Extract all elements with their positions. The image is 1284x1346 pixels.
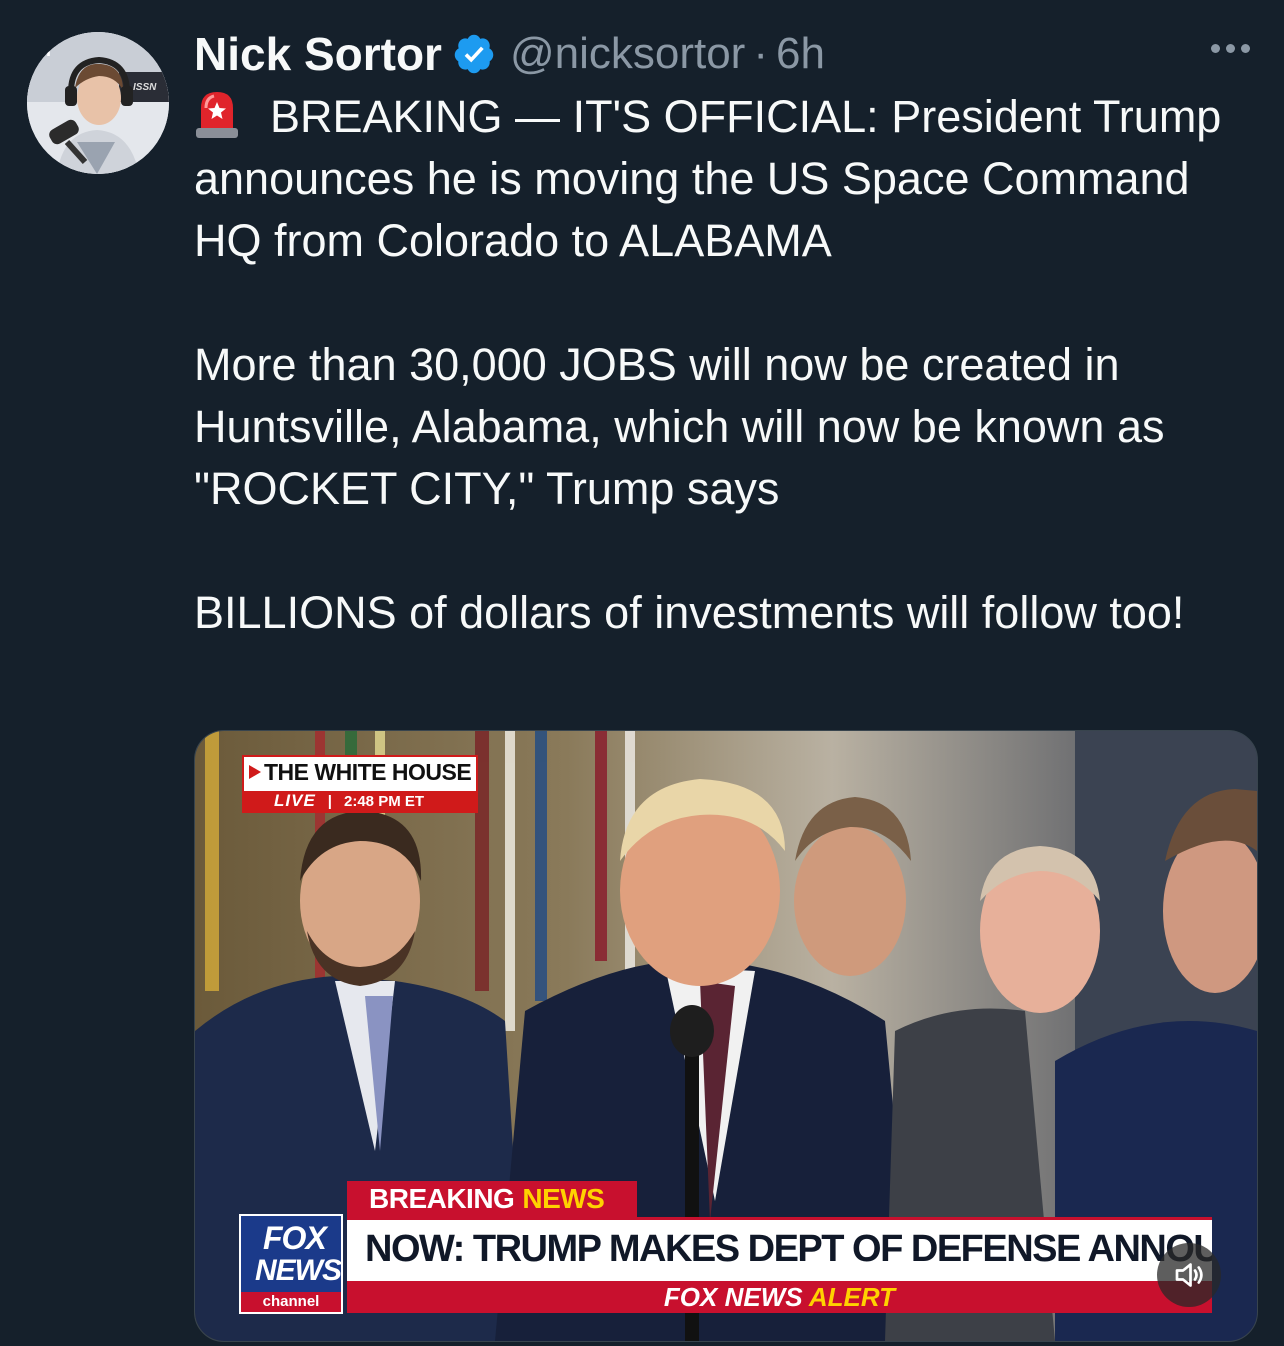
- live-separator: |: [327, 792, 332, 810]
- tweet-header: Nick Sortor @nicksortor · 6h: [194, 26, 825, 82]
- news-headline: NOW: TRUMP MAKES DEPT OF DEFENSE ANNOUNC…: [347, 1217, 1212, 1281]
- verified-badge-icon[interactable]: [452, 32, 496, 76]
- fox-news-logo: FOX NEWS channel: [239, 1214, 343, 1314]
- breaking-news-label: NEWS: [522, 1183, 605, 1214]
- location-chyron: THE WHITE HOUSE LIVE | 2:48 PM ET: [242, 755, 478, 813]
- author-avatar[interactable]: ST ISSN: [27, 32, 169, 174]
- rotating-light-emoji-icon: [196, 92, 238, 138]
- logo-news: NEWS: [255, 1254, 342, 1287]
- avatar-corner-text: ST: [31, 40, 54, 60]
- breaking-news-tag: BREAKING NEWS: [347, 1181, 637, 1217]
- alert-word: ALERT: [808, 1282, 896, 1312]
- tweet-body: BREAKING — IT'S OFFICIAL: President Trum…: [194, 86, 1264, 644]
- tweet-video[interactable]: THE WHITE HOUSE LIVE | 2:48 PM ET BREAKI…: [194, 730, 1258, 1342]
- volume-muted-icon[interactable]: [1157, 1243, 1221, 1307]
- avatar-logo-text: ISSN: [133, 82, 157, 93]
- avatar-image: ST ISSN: [27, 32, 169, 174]
- tweet-timestamp[interactable]: 6h: [776, 29, 825, 79]
- logo-channel: channel: [241, 1292, 341, 1312]
- live-strip: LIVE | 2:48 PM ET: [244, 791, 476, 811]
- author-handle[interactable]: @nicksortor: [510, 29, 745, 79]
- live-label: LIVE: [274, 791, 316, 810]
- live-time: 2:48 PM ET: [344, 792, 425, 810]
- logo-fox: FOX: [263, 1220, 327, 1256]
- tweet-text: BREAKING — IT'S OFFICIAL: President Trum…: [194, 91, 1222, 638]
- more-options-icon[interactable]: [1211, 44, 1250, 53]
- fox-news-alert-bar: FOX NEWS ALERT: [347, 1281, 1212, 1313]
- separator-dot: ·: [753, 29, 768, 78]
- breaking-label: BREAKING: [369, 1183, 515, 1214]
- alert-prefix: FOX NEWS: [663, 1282, 803, 1312]
- author-name[interactable]: Nick Sortor: [194, 27, 442, 81]
- location-label: THE WHITE HOUSE: [264, 759, 472, 785]
